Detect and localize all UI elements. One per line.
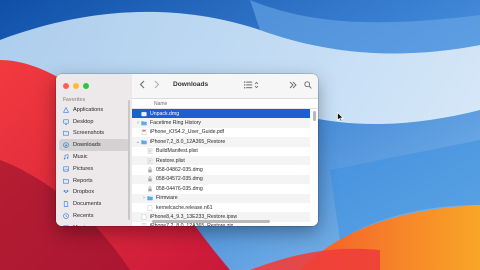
list-item[interactable]: ⌄ iPhone7,2_8.0_12A365_Restore bbox=[132, 137, 310, 147]
list-item[interactable]: 058-04572-035.dmg bbox=[132, 174, 310, 185]
file-name: iPhone7,2_8.0_12A365_Restore.zip bbox=[150, 223, 233, 226]
movies-icon bbox=[63, 225, 69, 226]
vertical-scrollbar[interactable] bbox=[313, 111, 316, 121]
list-item[interactable]: › Firmware bbox=[132, 193, 310, 203]
file-name: BuildManifest.plist bbox=[156, 148, 198, 155]
file-icon bbox=[147, 148, 153, 155]
sidebar-scrollbar[interactable] bbox=[128, 100, 130, 220]
search-icon bbox=[304, 81, 312, 89]
sidebar-item-applications[interactable]: Applications bbox=[59, 104, 129, 116]
sidebar-item-label: Movies bbox=[73, 225, 91, 226]
applications-icon bbox=[63, 106, 69, 113]
file-icon bbox=[141, 223, 147, 226]
sidebar-item-downloads[interactable]: Downloads bbox=[59, 139, 129, 152]
sidebar-heading: Favorites bbox=[63, 97, 86, 103]
sidebar-list: Applications Desktop Screenshots Downloads M… bbox=[59, 104, 129, 226]
list-view-icon bbox=[244, 81, 259, 89]
close-window-button[interactable] bbox=[63, 83, 69, 89]
recents-icon bbox=[63, 213, 69, 219]
column-header-name[interactable]: Name bbox=[132, 99, 318, 109]
file-name: Facetime Ring History bbox=[150, 120, 202, 127]
file-list-area: Name Unpack.dmg › Facetime Ring History iPh… bbox=[132, 99, 318, 226]
file-name: Firmware bbox=[156, 195, 178, 202]
list-item[interactable]: 058-04862-035.dmg bbox=[132, 165, 310, 174]
zoom-window-button[interactable] bbox=[83, 83, 89, 89]
lock-icon bbox=[147, 176, 153, 182]
list-item[interactable]: › Facetime Ring History bbox=[132, 118, 310, 128]
lock-icon bbox=[147, 167, 153, 173]
file-icon bbox=[141, 214, 147, 220]
file-name: Restore.plist bbox=[156, 157, 185, 164]
file-icon bbox=[147, 157, 153, 164]
column-header-label: Name bbox=[154, 101, 168, 107]
chevron-left-icon bbox=[139, 80, 145, 89]
sidebar-item-music[interactable]: Music bbox=[59, 151, 129, 163]
sidebar-item-label: Screenshots bbox=[73, 130, 105, 137]
folder-icon bbox=[141, 120, 147, 126]
list-item[interactable]: iPhone_iOS4.2_User_Guide.pdf bbox=[132, 128, 310, 137]
file-name: Unpack.dmg bbox=[150, 110, 180, 117]
sidebar-item-label: Reports bbox=[73, 177, 93, 184]
file-name: 058-04862-035.dmg bbox=[156, 167, 203, 174]
list-item[interactable]: BuildManifest.plist bbox=[132, 147, 310, 156]
list-item[interactable]: Unpack.dmg bbox=[132, 109, 310, 119]
sidebar: Favorites Applications Desktop Screenshots… bbox=[56, 74, 133, 226]
sidebar-item-dropbox[interactable]: Dropbox bbox=[59, 187, 129, 199]
chevron-right-icon bbox=[154, 80, 160, 89]
sidebar-item-label: Applications bbox=[73, 106, 104, 113]
sidebar-item-label: Music bbox=[73, 154, 88, 161]
file-name: kernelcache.release.n61 bbox=[156, 204, 213, 211]
sidebar-item-screenshots[interactable]: Screenshots bbox=[59, 128, 129, 140]
toolbar: Downloads bbox=[132, 74, 318, 99]
file-list: Unpack.dmg › Facetime Ring History iPhone_i… bbox=[132, 109, 310, 226]
sidebar-item-label: Downloads bbox=[73, 142, 101, 149]
sidebar-item-desktop[interactable]: Desktop bbox=[59, 116, 129, 128]
view-options-button[interactable] bbox=[244, 81, 259, 91]
file-name: 058-04476-035.dmg bbox=[156, 185, 203, 192]
folder-icon bbox=[63, 178, 69, 184]
documents-icon bbox=[63, 201, 69, 208]
sidebar-item-pictures[interactable]: Pictures bbox=[59, 163, 129, 175]
desktop-icon bbox=[63, 119, 69, 125]
list-item[interactable]: 058-04476-035.dmg bbox=[132, 184, 310, 193]
more-toolbar-button[interactable] bbox=[289, 81, 297, 91]
folder-icon bbox=[147, 195, 153, 201]
sidebar-item-label: Recents bbox=[73, 213, 94, 220]
mouse-pointer-icon bbox=[337, 112, 344, 122]
window-controls bbox=[63, 83, 89, 89]
lock-icon bbox=[147, 186, 153, 192]
window-title: Downloads bbox=[173, 81, 209, 88]
file-name: 058-04572-035.dmg bbox=[156, 176, 203, 183]
sidebar-item-label: Pictures bbox=[73, 165, 94, 172]
folder-icon bbox=[141, 139, 147, 145]
pictures-icon bbox=[63, 166, 69, 172]
dropbox-icon bbox=[63, 189, 69, 195]
file-icon bbox=[141, 111, 147, 117]
file-icon bbox=[141, 129, 147, 136]
file-icon bbox=[147, 204, 153, 211]
horizontal-scrollbar[interactable] bbox=[152, 220, 270, 223]
file-name: iPhone7,2_8.0_12A365_Restore bbox=[150, 138, 226, 145]
minimize-window-button[interactable] bbox=[73, 83, 79, 89]
sidebar-item-movies[interactable]: Movies bbox=[59, 222, 129, 226]
double-chevron-icon bbox=[289, 81, 297, 89]
sidebar-item-documents[interactable]: Documents bbox=[59, 198, 129, 210]
list-item[interactable]: Restore.plist bbox=[132, 155, 310, 166]
music-icon bbox=[63, 154, 69, 160]
file-name: iPhone_iOS4.2_User_Guide.pdf bbox=[150, 129, 225, 136]
forward-button[interactable] bbox=[154, 80, 160, 91]
back-button[interactable] bbox=[139, 80, 145, 91]
sidebar-item-label: Desktop bbox=[73, 118, 94, 125]
finder-window: Favorites Applications Desktop Screenshots… bbox=[56, 74, 318, 226]
list-item[interactable]: kernelcache.release.n61 bbox=[132, 203, 310, 212]
search-button[interactable] bbox=[304, 81, 312, 91]
downloads-icon bbox=[63, 142, 69, 149]
sidebar-item-reports[interactable]: Reports bbox=[59, 175, 129, 187]
folder-icon bbox=[63, 130, 69, 136]
sidebar-item-label: Documents bbox=[73, 201, 102, 208]
sidebar-item-label: Dropbox bbox=[73, 189, 95, 196]
sidebar-item-recents[interactable]: Recents bbox=[59, 210, 129, 222]
